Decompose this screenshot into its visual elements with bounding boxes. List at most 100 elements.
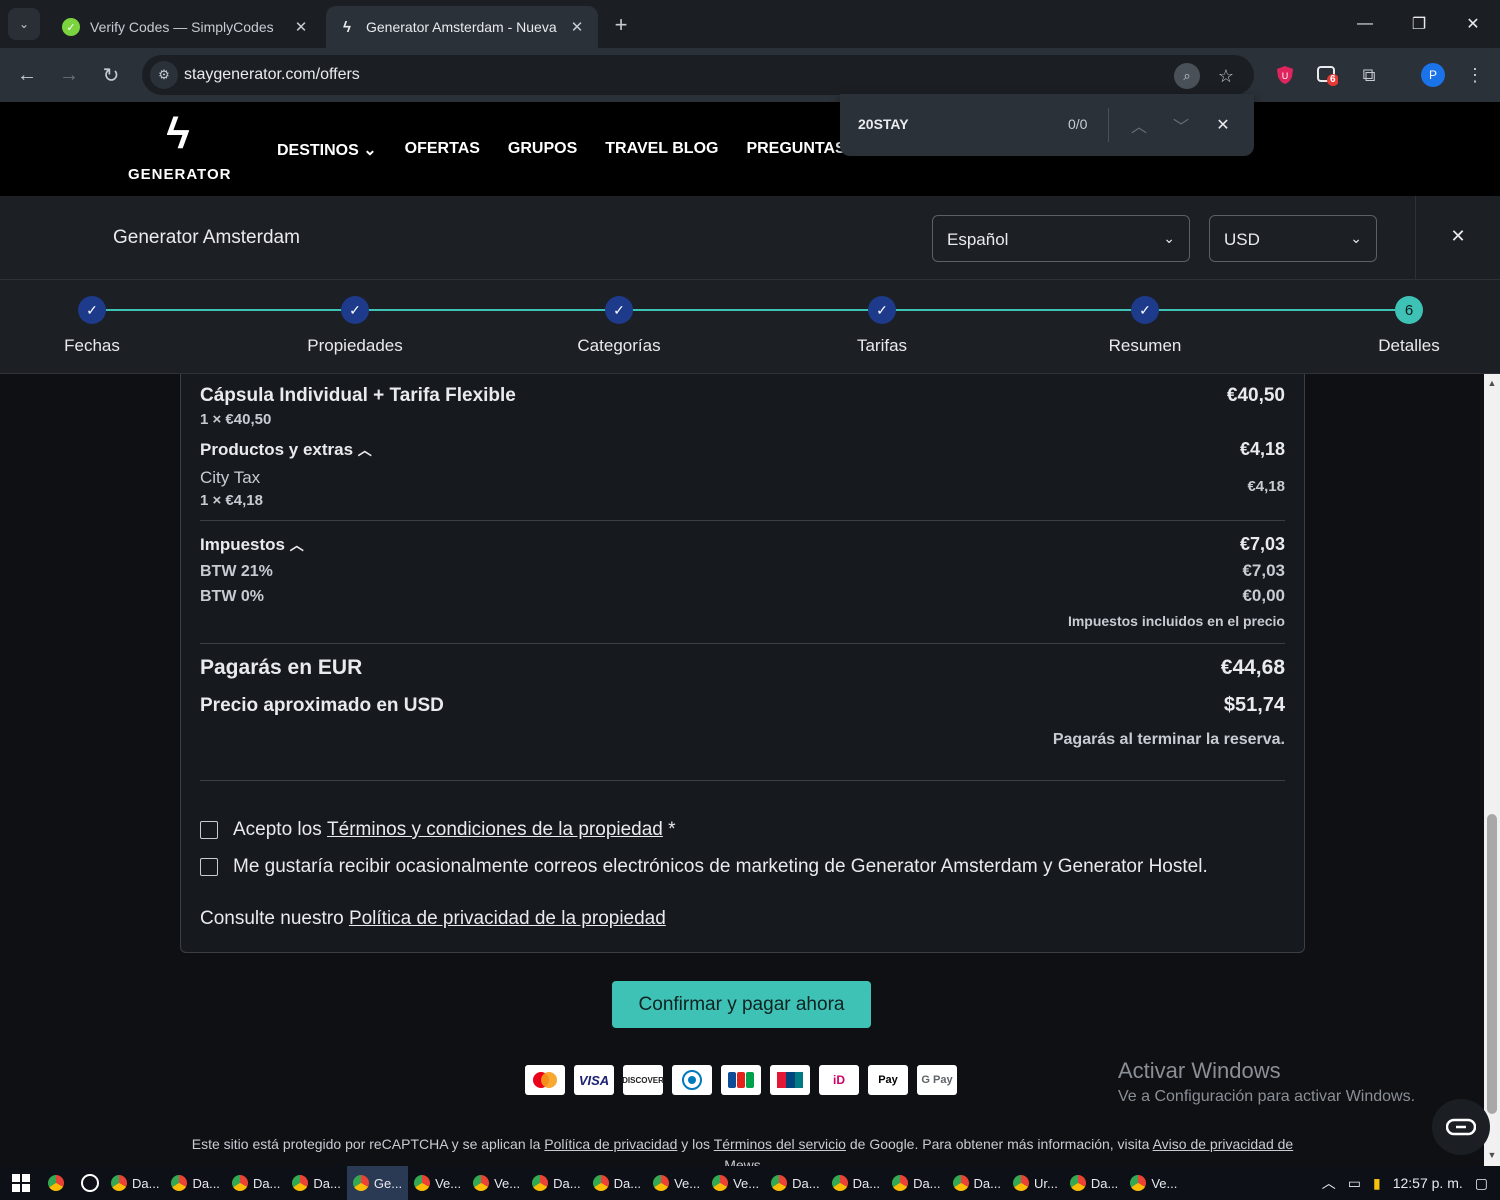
find-close-icon[interactable]: ✕ xyxy=(1210,112,1236,138)
chat-widget-button[interactable] xyxy=(1432,1099,1490,1155)
back-icon[interactable]: ← xyxy=(12,60,42,90)
nav-travel-blog[interactable]: TRAVEL BLOG xyxy=(605,140,718,160)
taskbar-window-item[interactable]: Ve... xyxy=(706,1166,765,1200)
minimize-icon[interactable]: — xyxy=(1340,8,1390,40)
taskbar-window-item[interactable]: Ve... xyxy=(408,1166,467,1200)
step-check-icon[interactable]: ✓ xyxy=(341,296,369,324)
watermark-title: Activar Windows xyxy=(1118,1058,1281,1083)
chrome-icon xyxy=(292,1175,309,1191)
notifications-icon[interactable]: ▢ xyxy=(1475,1175,1488,1192)
new-tab-icon[interactable]: + xyxy=(608,12,634,38)
nav-grupos[interactable]: GRUPOS xyxy=(508,140,577,160)
privacy-link[interactable]: Política de privacidad de la propiedad xyxy=(349,908,666,930)
taskbar-window-item[interactable]: Da... xyxy=(826,1166,886,1200)
find-input[interactable]: 20STAY xyxy=(858,116,909,132)
recaptcha-text: Este sitio está protegido por reCAPTCHA … xyxy=(191,1136,541,1152)
taskbar-item-label: Da... xyxy=(553,1175,581,1191)
taskbar-window-item[interactable]: Da... xyxy=(587,1166,647,1200)
whatsapp-taskbar-icon[interactable] xyxy=(75,1166,105,1200)
site-info-icon[interactable]: ⚙ xyxy=(150,61,178,89)
taskbar-window-item[interactable]: Da... xyxy=(286,1166,346,1200)
extras-total: €4,18 xyxy=(1239,439,1285,459)
taskbar-item-label: Ge... xyxy=(373,1175,403,1191)
taxes-toggle[interactable]: Impuestos ︿ xyxy=(200,535,304,555)
scrollbar-thumb[interactable] xyxy=(1487,814,1497,1114)
taskbar-window-item[interactable]: Ur... xyxy=(1007,1166,1064,1200)
reload-icon[interactable]: ↻ xyxy=(96,60,126,90)
taskbar-window-item[interactable]: Ve... xyxy=(467,1166,526,1200)
taskbar-window-item[interactable]: Da... xyxy=(165,1166,225,1200)
taskbar-window-item[interactable]: Ve... xyxy=(647,1166,706,1200)
step-check-icon[interactable]: ✓ xyxy=(868,296,896,324)
address-bar[interactable]: ⚙ staygenerator.com/offers ⌕ ☆ xyxy=(142,55,1254,95)
browser-tab[interactable]: ✓ Verify Codes — SimplyCodes ✕ xyxy=(50,6,322,48)
generator-logo[interactable]: ϟ GENERATOR xyxy=(128,108,230,183)
windows-start-icon[interactable] xyxy=(0,1166,42,1200)
find-previous-icon[interactable]: ︿ xyxy=(1126,112,1152,138)
chrome-icon xyxy=(771,1175,788,1191)
step-label[interactable]: Tarifas xyxy=(802,336,962,356)
pay-note: Pagarás al terminar la reserva. xyxy=(1052,731,1285,748)
step-label[interactable]: Propiedades xyxy=(275,336,435,356)
taskbar-window-item[interactable]: Da... xyxy=(765,1166,825,1200)
forward-icon[interactable]: → xyxy=(54,60,84,90)
profile-avatar[interactable]: P xyxy=(1420,62,1446,88)
language-select[interactable]: Español ⌄ xyxy=(932,215,1190,262)
step-check-icon[interactable]: ✓ xyxy=(1131,296,1159,324)
close-window-icon[interactable]: ✕ xyxy=(1448,8,1498,40)
nav-destinos[interactable]: DESTINOS ⌄ xyxy=(277,140,377,160)
extras-toggle[interactable]: Productos y extras ︿ xyxy=(200,440,372,460)
tab-search-button[interactable]: ⌄ xyxy=(8,8,40,40)
currency-select[interactable]: USD ⌄ xyxy=(1209,215,1377,262)
chevron-down-icon: ⌄ xyxy=(363,142,377,159)
find-next-icon[interactable]: ﹀ xyxy=(1168,112,1194,138)
discover-icon: DISCOVER xyxy=(622,1065,664,1095)
marketing-checkbox[interactable] xyxy=(200,858,218,876)
step-check-icon[interactable]: ✓ xyxy=(605,296,633,324)
confirm-pay-button[interactable]: Confirmar y pagar ahora xyxy=(612,981,871,1028)
terms-consent: Acepto los Términos y condiciones de la … xyxy=(200,819,676,841)
terms-link[interactable]: Términos y condiciones de la propiedad xyxy=(327,819,663,841)
taxes-total: €7,03 xyxy=(1239,534,1285,554)
taskbar-window-item[interactable]: Da... xyxy=(105,1166,165,1200)
search-page-icon[interactable]: ⌕ xyxy=(1174,63,1200,89)
restore-icon[interactable]: ❐ xyxy=(1394,8,1444,40)
network-icon[interactable]: ▭ xyxy=(1348,1175,1361,1192)
clock[interactable]: 12:57 p. m. xyxy=(1393,1175,1463,1191)
taskbar-window-item[interactable]: Ge... xyxy=(346,1166,409,1200)
taskbar-window-item[interactable]: Da... xyxy=(1064,1166,1124,1200)
chevron-up-icon[interactable]: ︿ xyxy=(1322,1173,1336,1193)
chrome-taskbar-icon[interactable] xyxy=(42,1166,75,1200)
close-tab-icon[interactable]: ✕ xyxy=(568,18,586,36)
extensions-puzzle-icon[interactable]: ⧉ xyxy=(1356,62,1382,88)
taxes-title: Impuestos xyxy=(200,535,286,554)
terms-checkbox[interactable] xyxy=(200,821,218,839)
nav-ofertas[interactable]: OFERTAS xyxy=(405,140,480,160)
scroll-down-icon[interactable]: ▼ xyxy=(1487,1150,1497,1160)
close-tab-icon[interactable]: ✕ xyxy=(292,18,310,36)
taskbar-window-item[interactable]: Da... xyxy=(226,1166,286,1200)
taskbar-window-item[interactable]: Da... xyxy=(947,1166,1007,1200)
close-icon[interactable]: ✕ xyxy=(1446,224,1470,248)
step-label[interactable]: Fechas xyxy=(12,336,172,356)
bookmark-star-icon[interactable]: ☆ xyxy=(1213,63,1239,89)
marketing-consent: Me gustaría recibir ocasionalmente corre… xyxy=(200,856,1208,878)
jcb-icon xyxy=(721,1065,761,1095)
google-terms-link[interactable]: Términos del servicio xyxy=(714,1136,846,1152)
google-privacy-link[interactable]: Política de privacidad xyxy=(544,1136,677,1152)
ublock-icon[interactable]: U xyxy=(1272,62,1298,88)
step-label[interactable]: Resumen xyxy=(1065,336,1225,356)
taskbar-window-item[interactable]: Ve... xyxy=(1124,1166,1183,1200)
chevron-up-icon: ︿ xyxy=(357,442,372,458)
scroll-up-icon[interactable]: ▲ xyxy=(1487,378,1497,388)
step-label[interactable]: Categorías xyxy=(539,336,699,356)
browser-menu-icon[interactable]: ⋮ xyxy=(1462,62,1488,88)
battery-icon[interactable]: ▮ xyxy=(1373,1175,1381,1192)
step-check-icon[interactable]: ✓ xyxy=(78,296,106,324)
page-scrollbar[interactable]: ▲ ▼ xyxy=(1484,374,1500,1166)
taskbar-window-item[interactable]: Da... xyxy=(526,1166,586,1200)
extension-badge-icon[interactable]: 6 xyxy=(1314,62,1340,88)
taskbar-window-item[interactable]: Da... xyxy=(886,1166,946,1200)
browser-tab-active[interactable]: ϟ Generator Amsterdam - Nueva ✕ xyxy=(326,6,598,48)
ideal-icon: iD xyxy=(819,1065,859,1095)
